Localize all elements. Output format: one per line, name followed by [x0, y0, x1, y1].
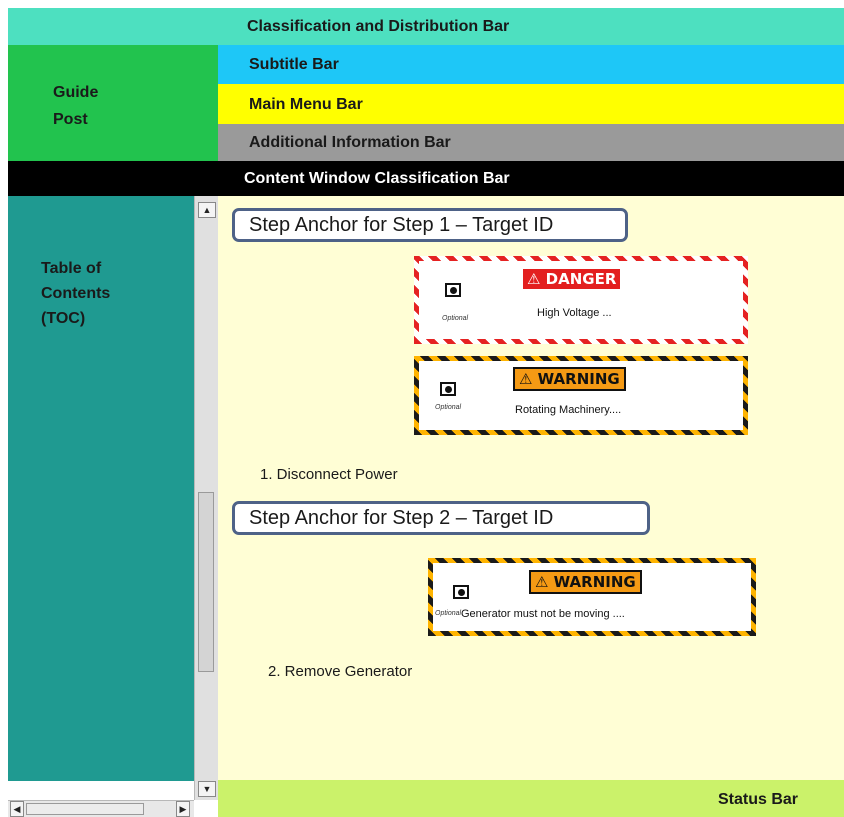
arrow-right-icon[interactable]: ▶ — [176, 801, 190, 817]
hazard-symbol-icon — [445, 283, 461, 297]
status-bar: Status Bar — [218, 780, 844, 817]
table-of-contents[interactable]: Table of Contents (TOC) — [8, 196, 194, 781]
main-menu-bar[interactable]: Main Menu Bar — [218, 84, 844, 124]
horizontal-scroll-thumb[interactable] — [26, 803, 144, 815]
arrow-down-icon[interactable]: ▼ — [198, 781, 216, 797]
optional-label: Optional — [435, 610, 462, 617]
content-window-classification-label: Content Window Classification Bar — [244, 170, 510, 187]
guide-post-label: Guide Post — [53, 84, 99, 128]
danger-header: ⚠ DANGER — [523, 269, 621, 289]
status-bar-label: Status Bar — [718, 791, 799, 808]
classification-distribution-bar: Classification and Distribution Bar — [8, 8, 844, 45]
vertical-scroll-thumb[interactable] — [198, 492, 214, 672]
subtitle-bar: Subtitle Bar — [218, 45, 844, 84]
guide-post[interactable]: Guide Post — [8, 45, 218, 161]
warning-sign: ⚠ WARNING Optional Generator must not be… — [428, 558, 756, 636]
danger-sign: ⚠ DANGER Optional High Voltage ... — [414, 256, 748, 344]
step-2-anchor[interactable]: Step Anchor for Step 2 – Target ID — [232, 501, 650, 535]
additional-information-bar: Additional Information Bar — [218, 124, 844, 161]
toc-vertical-scrollbar[interactable]: ▲ ▼ — [194, 196, 218, 800]
hazard-symbol-icon — [453, 585, 469, 599]
step-2-instruction: 2. Remove Generator — [268, 663, 413, 680]
step-1-anchor[interactable]: Step Anchor for Step 1 – Target ID — [232, 208, 628, 242]
subtitle-bar-label: Subtitle Bar — [249, 56, 339, 73]
step-1-instruction: 1. Disconnect Power — [260, 466, 398, 483]
classification-bar-label: Classification and Distribution Bar — [247, 18, 510, 35]
warning-header: ⚠ WARNING — [513, 367, 626, 391]
warning-header: ⚠ WARNING — [529, 570, 642, 594]
optional-label: Optional — [442, 315, 469, 322]
main-menu-bar-label: Main Menu Bar — [249, 96, 363, 113]
arrow-up-icon[interactable]: ▲ — [198, 202, 216, 218]
danger-message: High Voltage ... — [537, 307, 612, 319]
toc-label: Table of Contents (TOC) — [41, 260, 111, 327]
content-window: Step Anchor for Step 1 – Target ID ⚠ DAN… — [218, 196, 844, 780]
warning-message: Rotating Machinery.... — [515, 404, 622, 416]
warning-sign: ⚠ WARNING Optional Rotating Machinery...… — [414, 356, 748, 435]
content-window-classification-bar: Content Window Classification Bar — [8, 161, 844, 196]
additional-information-bar-label: Additional Information Bar — [249, 134, 451, 151]
hazard-symbol-icon — [440, 382, 456, 396]
arrow-left-icon[interactable]: ◀ — [10, 801, 24, 817]
toc-horizontal-scrollbar[interactable]: ◀ ▶ — [8, 800, 194, 817]
warning-message: Generator must not be moving .... — [461, 608, 625, 620]
optional-label: Optional — [435, 404, 462, 411]
